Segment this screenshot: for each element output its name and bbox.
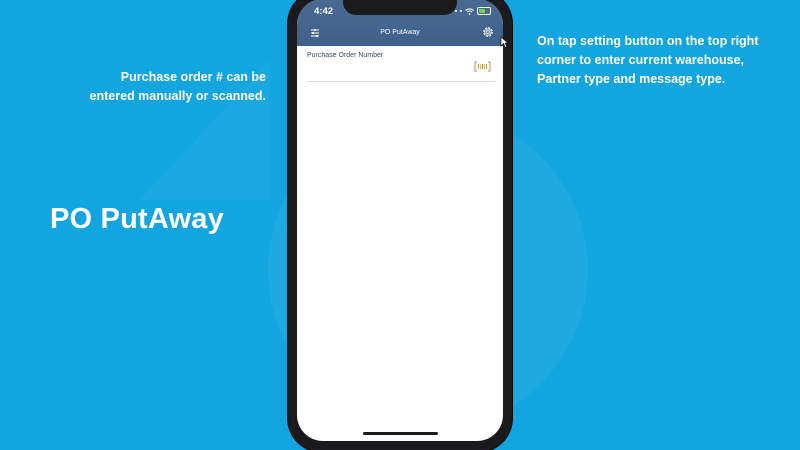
- barcode-scan-icon[interactable]: [474, 61, 491, 72]
- status-icons: [455, 7, 491, 15]
- battery-icon: [477, 7, 491, 15]
- signal-icon: [455, 10, 457, 12]
- wifi-icon: [465, 8, 474, 15]
- caption-left-line: entered manually or scanned.: [89, 89, 266, 103]
- caption-left-line: Purchase order # can be: [120, 70, 266, 84]
- pointer-cursor-icon: [500, 36, 509, 48]
- phone-frame: 4:42 PO PutAway Purchase Order Number: [288, 0, 512, 450]
- caption-manual-or-scan: Purchase order # can be entered manually…: [46, 68, 266, 106]
- po-number-label: Purchase Order Number: [307, 52, 384, 59]
- home-indicator: [363, 432, 438, 435]
- caption-right-line: corner to enter current warehouse,: [537, 53, 745, 67]
- slide-title: PO PutAway: [50, 203, 224, 235]
- signal-icon: [460, 10, 462, 12]
- nav-title: PO PutAway: [380, 29, 420, 36]
- phone-notch: [343, 0, 457, 15]
- po-input-underline: [307, 81, 495, 82]
- caption-settings-help: On tap setting button on the top right c…: [537, 32, 777, 89]
- caption-right-line: On tap setting button on the top right: [537, 34, 759, 48]
- status-time: 4:42: [314, 6, 334, 17]
- app-header: 4:42 PO PutAway: [297, 0, 503, 46]
- phone-screen: 4:42 PO PutAway Purchase Order Number: [297, 0, 503, 441]
- caption-right-line: Partner type and message type.: [537, 72, 726, 86]
- po-number-input[interactable]: [307, 65, 471, 81]
- gear-icon[interactable]: [481, 25, 495, 39]
